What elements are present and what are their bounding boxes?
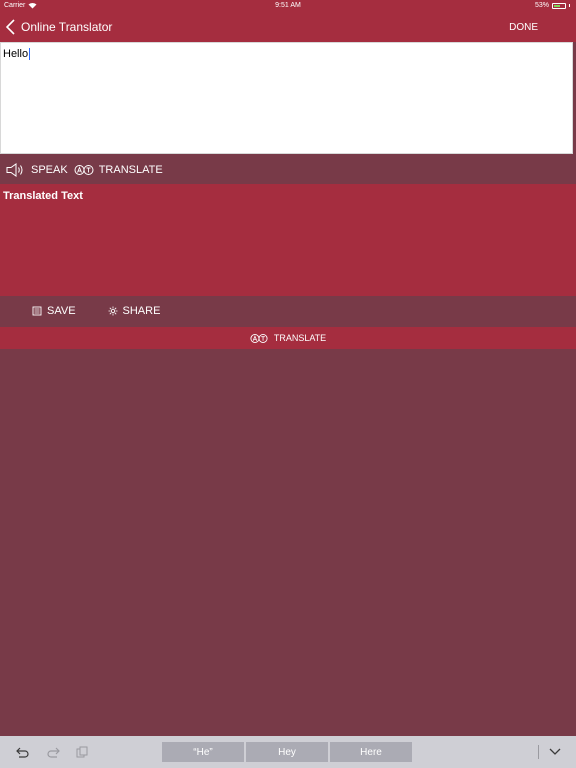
output-toolbar: SAVE SHARE xyxy=(0,297,576,325)
translate-button[interactable]: TRANSLATE xyxy=(74,164,163,176)
keyboard-divider xyxy=(538,745,539,759)
translate-bar-button[interactable]: TRANSLATE xyxy=(0,327,576,349)
back-button[interactable]: Online Translator xyxy=(6,12,112,42)
undo-icon[interactable] xyxy=(16,746,30,758)
share-button[interactable]: SHARE xyxy=(108,305,161,317)
translated-text-title: Translated Text xyxy=(3,190,83,202)
redo-icon[interactable] xyxy=(46,746,60,758)
battery-info: 53% xyxy=(535,2,570,9)
translate-bar-label: TRANSLATE xyxy=(273,333,327,343)
status-time: 9:51 AM xyxy=(275,2,301,9)
navigation-bar: Online Translator DONE xyxy=(0,12,576,42)
source-text-input[interactable]: Hello xyxy=(0,42,573,154)
speaker-icon xyxy=(6,163,26,177)
suggestion-item[interactable]: Hey xyxy=(246,742,328,762)
translate-icon xyxy=(250,333,268,344)
chevron-left-icon xyxy=(6,19,15,35)
translate-label: TRANSLATE xyxy=(98,164,163,176)
battery-icon xyxy=(552,2,566,9)
speak-label: SPEAK xyxy=(31,164,68,176)
share-icon xyxy=(108,306,118,316)
status-bar: Carrier 9:51 AM 53% xyxy=(0,0,576,12)
done-button[interactable]: DONE xyxy=(509,12,538,42)
chevron-down-icon xyxy=(548,744,562,758)
save-icon xyxy=(32,306,42,316)
keyboard-suggestions: “He” Hey Here xyxy=(162,742,412,762)
translated-text-area: Translated Text xyxy=(0,184,576,296)
battery-percent: 53% xyxy=(534,2,549,9)
save-label: SAVE xyxy=(47,305,76,317)
keyboard-shortcut-bar: “He” Hey Here xyxy=(0,736,576,768)
suggestion-item[interactable]: “He” xyxy=(162,742,244,762)
translate-icon xyxy=(74,164,94,176)
text-caret xyxy=(29,48,31,61)
keyboard-dismiss-button[interactable] xyxy=(548,744,562,758)
paste-icon[interactable] xyxy=(76,746,88,758)
input-toolbar: SPEAK TRANSLATE xyxy=(0,156,576,184)
back-label: Online Translator xyxy=(21,20,113,34)
source-text: Hello xyxy=(3,48,29,60)
keyboard-tools xyxy=(16,746,146,758)
share-label: SHARE xyxy=(122,305,161,317)
suggestion-item[interactable]: Here xyxy=(330,742,412,762)
speak-button[interactable]: SPEAK xyxy=(6,163,68,177)
save-button[interactable]: SAVE xyxy=(32,305,76,317)
